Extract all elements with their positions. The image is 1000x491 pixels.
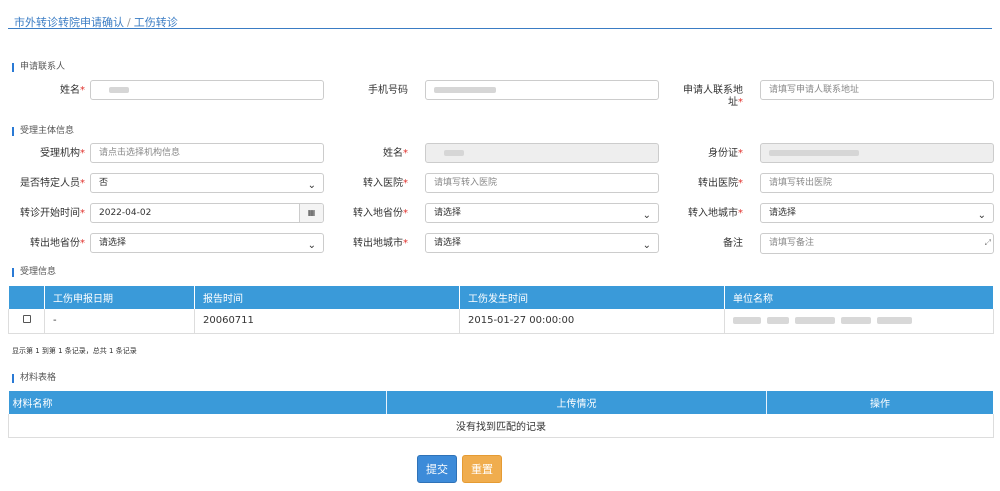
special-person-select[interactable]: 否 ⌄ — [90, 173, 324, 193]
subject-name-input[interactable] — [425, 143, 659, 163]
remark-textarea[interactable]: 请填写备注 ⤢ — [760, 233, 994, 254]
header-divider — [8, 28, 992, 29]
org-label: 受理机构* — [40, 148, 85, 159]
contact-name-label: 姓名* — [60, 85, 85, 96]
start-date-label: 转诊开始时间* — [20, 208, 85, 219]
id-card-label: 身份证* — [708, 148, 743, 159]
subject-name-label: 姓名* — [383, 148, 408, 159]
org-input[interactable]: 请点击选择机构信息 — [90, 143, 324, 163]
special-person-label: 是否特定人员* — [20, 178, 85, 189]
section-title-materials: 材料表格 — [12, 374, 56, 383]
pagination-info: 显示第 1 到第 1 条记录，总共 1 条记录 — [12, 347, 137, 355]
chevron-down-icon: ⌄ — [642, 240, 651, 251]
resize-handle-icon[interactable]: ⤢ — [985, 234, 991, 252]
contact-address-input[interactable]: 请填写申请人联系地址 — [760, 80, 994, 100]
in-hospital-label: 转入医院* — [363, 178, 408, 189]
accept-table: 工伤申报日期 报告时间 工伤发生时间 单位名称 - 20060711 2015-… — [8, 286, 994, 334]
out-city-label: 转出地城市* — [353, 238, 408, 249]
out-province-label: 转出地省份* — [30, 238, 85, 249]
in-city-select[interactable]: 请选择 ⌄ — [760, 203, 994, 223]
section-title-subject: 受理主体信息 — [12, 127, 74, 136]
col-header-occur-time[interactable]: 工伤发生时间 — [459, 286, 725, 309]
out-province-select[interactable]: 请选择 ⌄ — [90, 233, 324, 253]
company-cell — [724, 309, 994, 334]
calendar-icon[interactable]: ▦ — [299, 204, 323, 222]
section-title-accept: 受理信息 — [12, 268, 56, 277]
col-header-upload-status[interactable]: 上传情况 — [386, 391, 767, 414]
empty-row: 没有找到匹配的记录 — [8, 414, 994, 438]
chevron-down-icon: ⌄ — [307, 240, 316, 251]
contact-phone-label: 手机号码 — [368, 85, 408, 96]
accept-table-header: 工伤申报日期 报告时间 工伤发生时间 单位名称 — [8, 286, 994, 309]
remark-label: 备注 — [723, 238, 743, 249]
chevron-down-icon: ⌄ — [307, 180, 316, 191]
col-header-select — [8, 286, 45, 309]
declare-date-cell: - — [44, 309, 195, 334]
report-time-cell: 20060711 — [194, 309, 460, 334]
in-hospital-input[interactable]: 请填写转入医院 — [425, 173, 659, 193]
out-hospital-input[interactable]: 请填写转出医院 — [760, 173, 994, 193]
id-card-input[interactable] — [760, 143, 994, 163]
row-select-cell — [8, 309, 45, 334]
in-province-label: 转入地省份* — [353, 208, 408, 219]
empty-message: 没有找到匹配的记录 — [8, 414, 994, 438]
col-header-actions[interactable]: 操作 — [766, 391, 994, 414]
submit-button[interactable]: 提交 — [417, 455, 457, 483]
materials-table-header: 材料名称 上传情况 操作 — [8, 391, 994, 414]
occur-time-cell: 2015-01-27 00:00:00 — [459, 309, 725, 334]
contact-phone-input[interactable] — [425, 80, 659, 100]
reset-button[interactable]: 重置 — [462, 455, 502, 483]
col-header-declare-date[interactable]: 工伤申报日期 — [44, 286, 195, 309]
col-header-report-time[interactable]: 报告时间 — [194, 286, 460, 309]
col-header-material-name[interactable]: 材料名称 — [8, 391, 387, 414]
chevron-down-icon: ⌄ — [977, 210, 986, 221]
chevron-down-icon: ⌄ — [642, 210, 651, 221]
section-title-contact: 申请联系人 — [12, 63, 65, 72]
in-city-label: 转入地城市* — [688, 208, 743, 219]
out-hospital-label: 转出医院* — [698, 178, 743, 189]
col-header-company[interactable]: 单位名称 — [724, 286, 994, 309]
in-province-select[interactable]: 请选择 ⌄ — [425, 203, 659, 223]
row-checkbox[interactable] — [22, 315, 31, 324]
materials-table: 材料名称 上传情况 操作 没有找到匹配的记录 — [8, 391, 994, 438]
start-date-input[interactable]: 2022-04-02 ▦ — [90, 203, 324, 223]
table-row[interactable]: - 20060711 2015-01-27 00:00:00 — [8, 309, 994, 334]
out-city-select[interactable]: 请选择 ⌄ — [425, 233, 659, 253]
contact-name-input[interactable] — [90, 80, 324, 100]
contact-address-label: 申请人联系地 址* — [683, 85, 743, 108]
